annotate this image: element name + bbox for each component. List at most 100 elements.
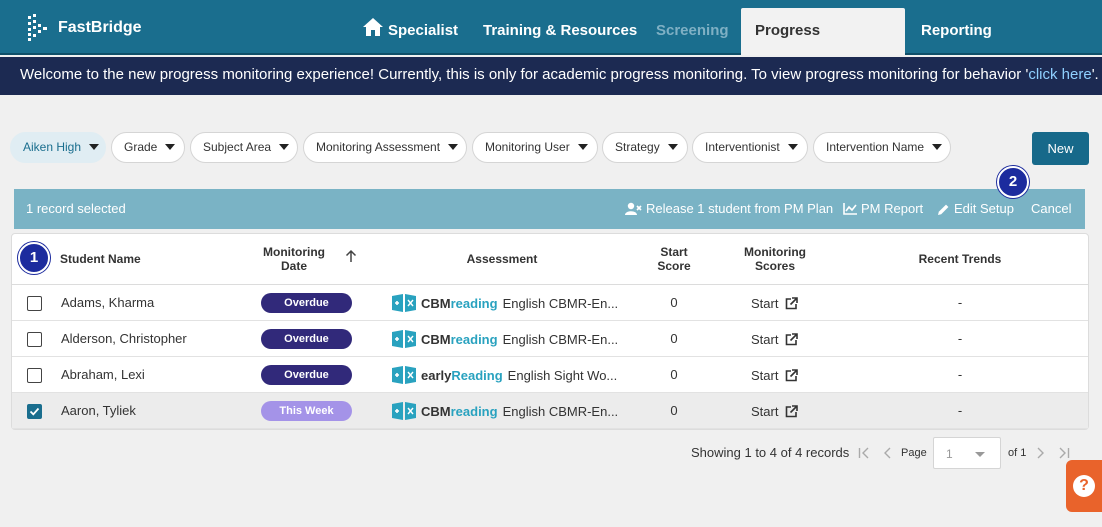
chevron-down-icon	[667, 143, 678, 150]
recent-trend: -	[957, 295, 963, 310]
column-header-assessment[interactable]: Assessment	[442, 234, 562, 284]
page-select[interactable]: 1	[933, 437, 1001, 469]
first-page-icon[interactable]	[858, 447, 870, 459]
welcome-banner: Welcome to the new progress monitoring e…	[0, 57, 1102, 95]
release-student-button[interactable]: Release 1 student from PM Plan	[625, 189, 833, 229]
row-checkbox[interactable]	[27, 296, 42, 311]
student-name: Alderson, Christopher	[61, 331, 187, 346]
nav-training-resources[interactable]: Training & Resources	[469, 8, 651, 55]
next-page-icon[interactable]	[1034, 447, 1046, 459]
start-scores-link[interactable]: Start	[751, 285, 799, 321]
assessment-cell: CBM reading English CBMR-En...	[391, 393, 618, 429]
external-link-icon	[786, 368, 799, 381]
progress-monitoring-table: Student Name Monitoring Date Assessment S…	[11, 233, 1089, 430]
chevron-down-icon	[448, 143, 459, 150]
row-checkbox-checked[interactable]	[27, 404, 42, 419]
book-icon	[392, 366, 416, 384]
records-summary: Showing 1 to 4 of 4 records	[691, 445, 850, 460]
status-badge: This Week	[261, 401, 352, 421]
book-icon	[392, 330, 416, 348]
student-name: Aaron, Tyliek	[61, 403, 136, 418]
start-score: 0	[670, 295, 678, 310]
filter-subject-area[interactable]: Subject Area	[190, 132, 298, 163]
recent-trend: -	[957, 367, 963, 382]
nav-specialist[interactable]: Specialist	[374, 8, 472, 55]
external-link-icon	[786, 404, 799, 417]
top-navigation: FastBridge Specialist Training & Resourc…	[0, 0, 1102, 84]
chevron-down-icon	[577, 143, 588, 150]
nav-progress-monitoring[interactable]: Progress Monitoring	[741, 8, 905, 84]
chevron-down-icon	[787, 143, 798, 150]
chevron-down-icon	[279, 143, 290, 150]
page-total: of 1	[1008, 447, 1027, 459]
help-button[interactable]: ?	[1066, 460, 1102, 512]
student-name: Abraham, Lexi	[61, 367, 145, 382]
fastbridge-logo-icon	[28, 14, 47, 41]
column-header-monitoring-date[interactable]: Monitoring Date	[255, 234, 333, 284]
table-row[interactable]: Alderson, Christopher Overdue CBM reading…	[12, 321, 1088, 357]
table-row[interactable]: Adams, Kharma Overdue CBM reading English…	[12, 285, 1088, 321]
nav-screening[interactable]: Screening	[642, 8, 743, 55]
column-header-start-score[interactable]: Start Score	[644, 234, 704, 284]
column-header-recent-trends[interactable]: Recent Trends	[900, 234, 1020, 284]
chevron-down-icon	[932, 143, 943, 150]
assessment-cell: CBM reading English CBMR-En...	[391, 321, 618, 357]
assessment-cell: early Reading English Sight Wo...	[391, 357, 617, 393]
new-button[interactable]: New	[1032, 132, 1089, 165]
start-score: 0	[670, 403, 678, 418]
external-link-icon	[786, 332, 799, 345]
line-chart-icon	[843, 203, 857, 215]
status-badge: Overdue	[261, 329, 352, 349]
selected-count: 1 record selected	[26, 201, 126, 216]
filter-interventionist[interactable]: Interventionist	[692, 132, 808, 163]
status-badge: Overdue	[261, 365, 352, 385]
banner-text: Welcome to the new progress monitoring e…	[20, 66, 1029, 83]
help-icon: ?	[1073, 475, 1095, 497]
chevron-down-icon	[89, 143, 100, 150]
click-here-link[interactable]: click here	[1028, 66, 1091, 83]
column-header-student-name[interactable]: Student Name	[60, 234, 200, 284]
status-badge: Overdue	[261, 293, 352, 313]
cancel-button[interactable]: Cancel	[1031, 189, 1071, 229]
pencil-icon	[938, 204, 949, 215]
previous-page-icon[interactable]	[882, 447, 894, 459]
chevron-down-icon	[165, 143, 176, 150]
external-link-icon	[786, 296, 799, 309]
table-row[interactable]: Aaron, Tyliek This Week CBM reading Engli…	[12, 393, 1088, 429]
last-page-icon[interactable]	[1058, 447, 1070, 459]
filter-monitoring-user[interactable]: Monitoring User	[472, 132, 598, 163]
filter-intervention-name[interactable]: Intervention Name	[813, 132, 951, 163]
book-icon	[392, 294, 416, 312]
assessment-cell: CBM reading English CBMR-En...	[391, 285, 618, 321]
filter-strategy[interactable]: Strategy	[602, 132, 688, 163]
fastbridge-logo[interactable]: FastBridge	[28, 14, 142, 42]
filter-grade[interactable]: Grade	[111, 132, 185, 163]
checkmark-icon	[29, 407, 40, 416]
recent-trend: -	[957, 403, 963, 418]
student-name: Adams, Kharma	[61, 295, 155, 310]
filter-school[interactable]: Aiken High	[10, 132, 106, 163]
row-checkbox[interactable]	[27, 332, 42, 347]
pm-report-button[interactable]: PM Report	[843, 189, 923, 229]
sort-ascending-icon[interactable]	[345, 249, 357, 263]
start-score: 0	[670, 367, 678, 382]
banner-suffix: '.	[1091, 66, 1099, 83]
edit-setup-button[interactable]: Edit Setup	[937, 189, 1014, 229]
page-label: Page	[901, 447, 927, 459]
row-checkbox[interactable]	[27, 368, 42, 383]
chevron-down-icon	[975, 452, 985, 457]
table-row[interactable]: Abraham, Lexi Overdue early Reading Engli…	[12, 357, 1088, 393]
start-scores-link[interactable]: Start	[751, 393, 799, 429]
start-scores-link[interactable]: Start	[751, 321, 799, 357]
column-header-monitoring-scores[interactable]: Monitoring Scores	[730, 234, 820, 284]
callout-1-badge: 1	[18, 242, 50, 274]
nav-reporting[interactable]: Reporting	[907, 8, 1006, 55]
selection-bar: 1 record selected Release 1 student from…	[14, 189, 1085, 229]
callout-2-badge: 2	[997, 166, 1029, 198]
recent-trend: -	[957, 331, 963, 346]
start-scores-link[interactable]: Start	[751, 357, 799, 393]
book-icon	[392, 402, 416, 420]
filter-monitoring-assessment[interactable]: Monitoring Assessment	[303, 132, 467, 163]
brand-name: FastBridge	[58, 19, 142, 36]
remove-user-icon	[625, 202, 642, 215]
